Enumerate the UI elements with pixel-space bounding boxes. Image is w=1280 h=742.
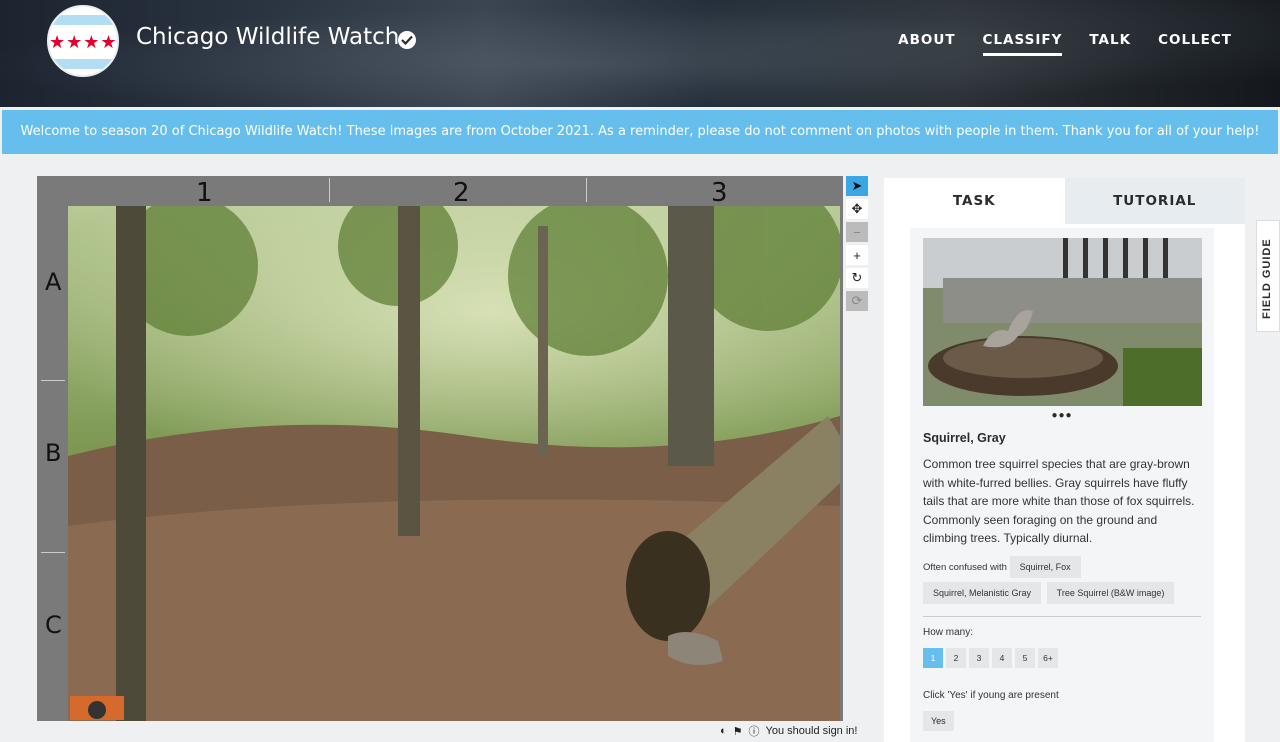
confused-with-option[interactable]: Tree Squirrel (B&W image) <box>1046 581 1175 604</box>
field-guide-label: FIELD GUIDE <box>1261 238 1273 319</box>
move-icon[interactable]: ✥ <box>846 199 868 219</box>
viewer-footer: ◐ ⚑ ⓘ You should sign in! <box>720 723 857 739</box>
confused-with-option[interactable]: Squirrel, Melanistic Gray <box>923 581 1042 604</box>
grid-row-label: C <box>45 611 62 639</box>
announcement-banner: Welcome to season 20 of Chicago Wildlife… <box>2 110 1278 154</box>
grid-row-divider <box>41 552 65 553</box>
rotate-icon[interactable]: ↻ <box>846 268 868 288</box>
how-many-options: 1 2 3 4 5 6+ <box>923 647 1201 668</box>
confused-with-option[interactable]: Squirrel, Fox <box>1009 555 1081 578</box>
young-yes-button[interactable]: Yes <box>923 710 954 731</box>
tab-task[interactable]: TASK <box>884 178 1065 224</box>
header-hero: ★★★★ Chicago Wildlife Watch ABOUT CLASSI… <box>0 0 1280 107</box>
count-option[interactable]: 3 <box>969 647 989 668</box>
reset-icon[interactable]: ⟳ <box>846 291 868 311</box>
grid-col-divider <box>329 178 330 202</box>
how-many-label: How many: <box>923 626 974 638</box>
count-option[interactable]: 1 <box>923 647 943 668</box>
count-option[interactable]: 4 <box>992 647 1012 668</box>
camera-trap-image[interactable] <box>68 206 840 721</box>
main-nav: ABOUT CLASSIFY TALK COLLECT <box>898 32 1232 56</box>
project-logo[interactable]: ★★★★ <box>47 5 119 77</box>
project-title[interactable]: Chicago Wildlife Watch <box>136 24 399 50</box>
flag-icon[interactable]: ⚑ <box>733 725 743 738</box>
flag-stars: ★★★★ <box>49 32 118 52</box>
grid-column-labels: 1 2 3 <box>37 176 843 208</box>
flag-stripe <box>49 59 117 69</box>
nav-classify[interactable]: CLASSIFY <box>982 32 1063 56</box>
zoom-out-icon[interactable]: − <box>846 222 868 242</box>
verified-icon <box>398 31 416 49</box>
count-option[interactable]: 6+ <box>1038 647 1058 668</box>
species-detail: ●●● Squirrel, Gray Common tree squirrel … <box>910 228 1214 742</box>
flag-stripe <box>49 15 117 25</box>
viewer-toolbar: ➤ ✥ − + ↻ ⟳ <box>844 176 870 314</box>
count-option[interactable]: 5 <box>1015 647 1035 668</box>
grid-col-label: 1 <box>196 178 213 208</box>
grid-col-label: 2 <box>453 178 470 208</box>
classifier-panel: TASK TUTORIAL ●●● Squirrel, Gray Common … <box>884 178 1245 742</box>
confused-with-label: Often confused with <box>923 561 1007 573</box>
young-present-label: Click 'Yes' if young are present <box>923 689 1059 701</box>
species-name: Squirrel, Gray <box>923 431 1006 445</box>
grid-row-divider <box>41 380 65 381</box>
nav-about[interactable]: ABOUT <box>898 32 955 56</box>
task-tabs: TASK TUTORIAL <box>884 178 1245 224</box>
tab-tutorial[interactable]: TUTORIAL <box>1064 178 1245 224</box>
grid-col-label: 3 <box>711 178 728 208</box>
field-guide-tab[interactable]: FIELD GUIDE <box>1256 220 1280 332</box>
sign-in-notice[interactable]: You should sign in! <box>766 725 858 737</box>
count-option[interactable]: 2 <box>946 647 966 668</box>
species-description: Common tree squirrel species that are gr… <box>923 457 1195 546</box>
grid-row-label: A <box>45 268 62 296</box>
pointer-icon[interactable]: ➤ <box>846 176 868 196</box>
confused-with-group: Often confused with Squirrel, Fox Squirr… <box>923 554 1201 606</box>
zoom-in-icon[interactable]: + <box>846 245 868 265</box>
subject-viewer: 1 2 3 A B C <box>37 176 843 721</box>
invert-icon[interactable]: ◐ <box>720 725 727 737</box>
info-icon[interactable]: ⓘ <box>749 723 760 739</box>
grid-row-label: B <box>45 439 62 467</box>
carousel-dots[interactable]: ●●● <box>923 410 1201 421</box>
nav-collect[interactable]: COLLECT <box>1158 32 1232 56</box>
nav-talk[interactable]: TALK <box>1089 32 1131 56</box>
divider <box>923 615 1201 617</box>
species-example-image <box>923 238 1202 406</box>
grid-col-divider <box>586 178 587 202</box>
